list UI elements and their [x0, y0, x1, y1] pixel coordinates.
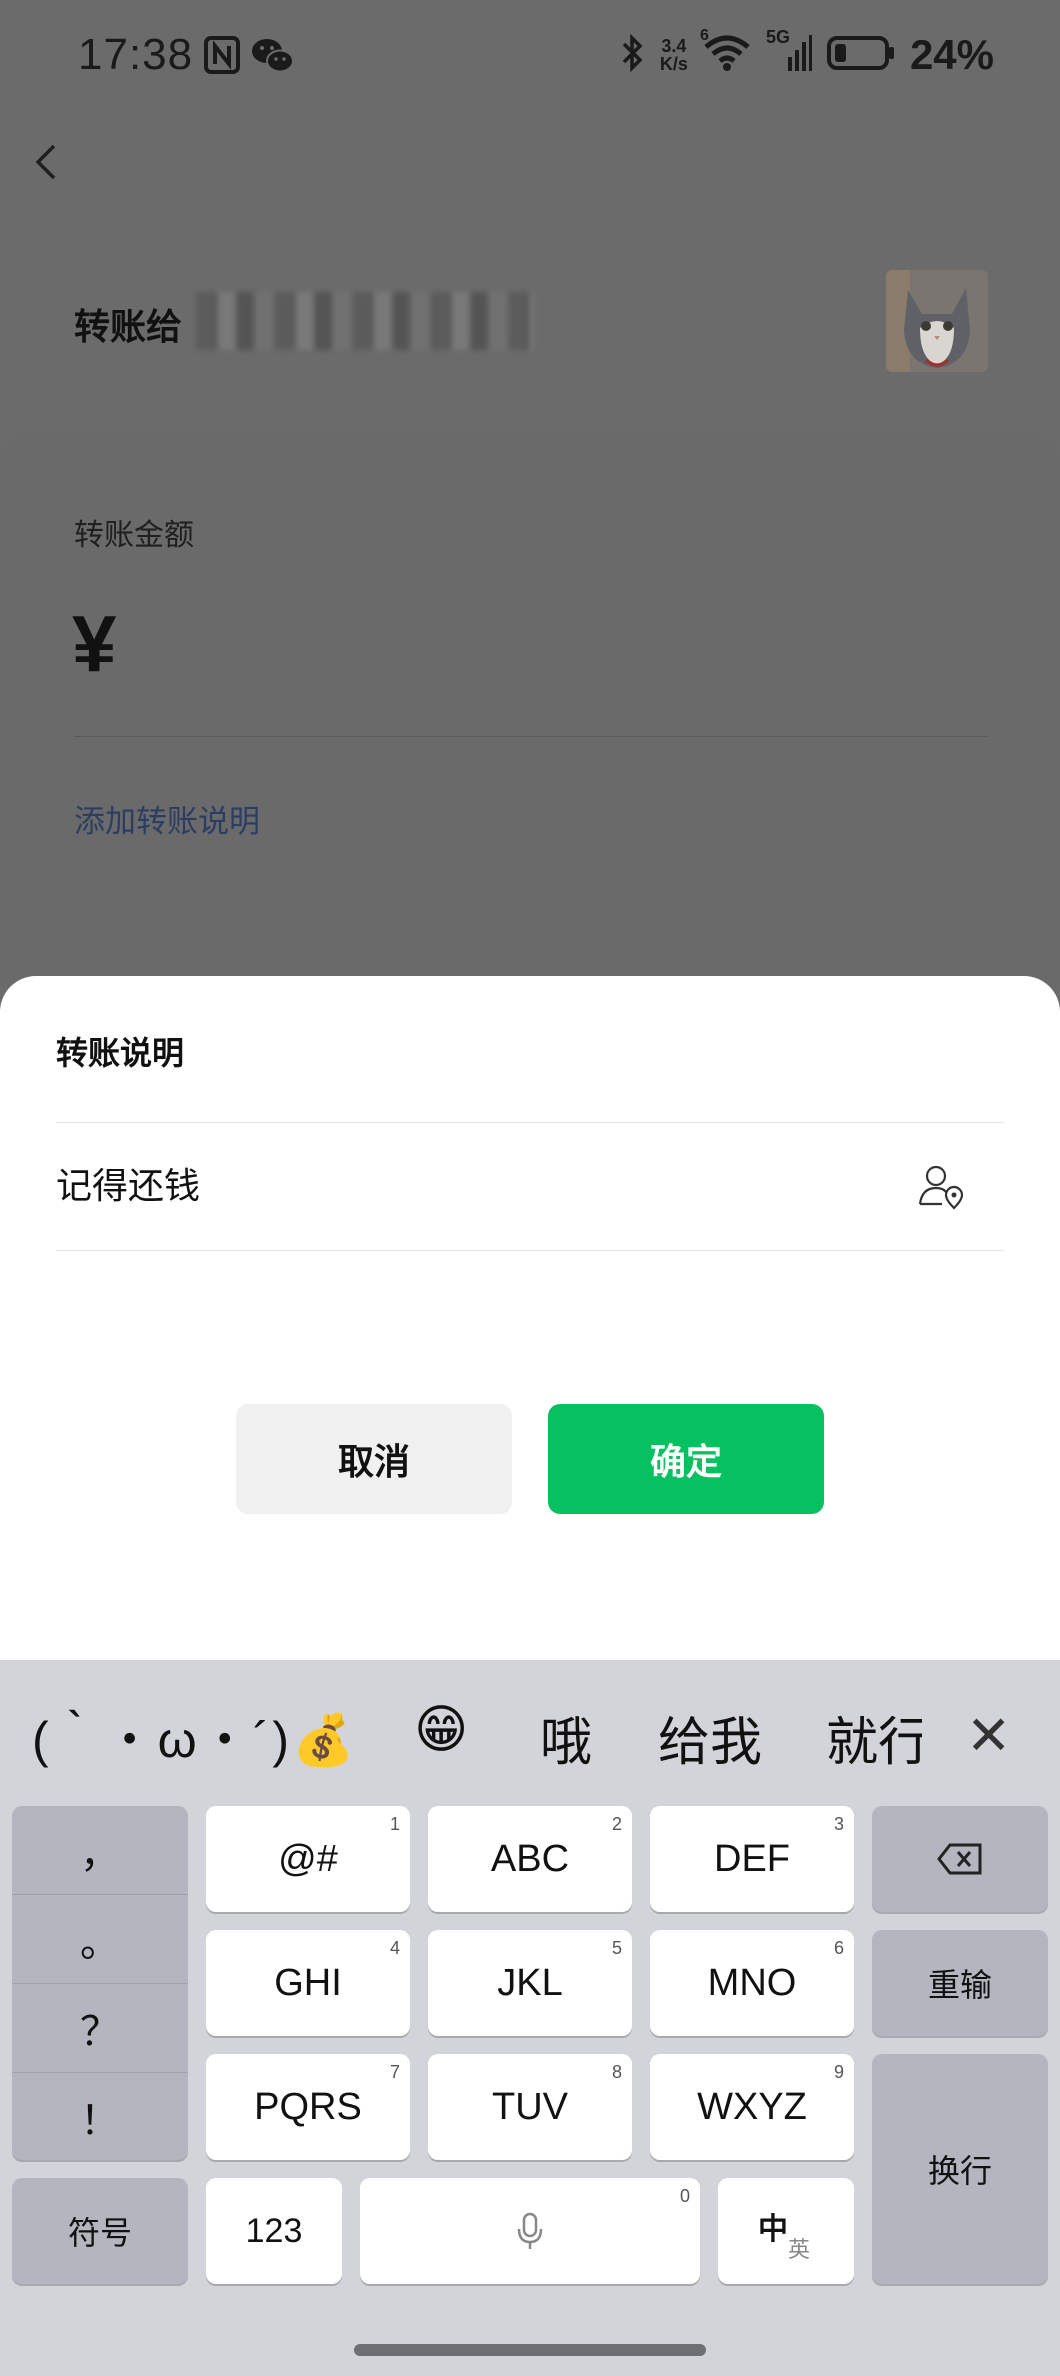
- key-label: TUV: [492, 2085, 568, 2128]
- amount-divider: [74, 736, 988, 737]
- candidate-word[interactable]: 哦: [540, 1700, 592, 1775]
- key-label: MNO: [707, 1961, 797, 2004]
- wechat-notification-icon: [250, 36, 296, 81]
- lang-primary: 中: [758, 2213, 788, 2246]
- home-indicator[interactable]: [354, 2344, 706, 2356]
- key-label: WXYZ: [697, 2085, 807, 2128]
- add-transfer-note-link[interactable]: 添加转账说明: [74, 796, 260, 841]
- key-tuv[interactable]: TUV 8: [428, 2054, 632, 2160]
- bluetooth-icon: [618, 33, 646, 78]
- key-symbols[interactable]: @# 1: [206, 1806, 410, 1912]
- backspace-key[interactable]: [872, 1806, 1048, 1912]
- dialog-title: 转账说明: [56, 1035, 185, 1071]
- key-ghi[interactable]: GHI 4: [206, 1930, 410, 2036]
- back-arrow-icon[interactable]: [28, 132, 68, 192]
- ime-keyboard: (｀・ω・´)💰 😁 哦 给我 就行 ✕ ， 。 ？ ！ @# 1 ABC 2 DE…: [0, 1660, 1060, 2376]
- candidate-word[interactable]: 给我: [658, 1700, 762, 1775]
- key-number: 1: [389, 1814, 400, 1834]
- cancel-button[interactable]: 取消: [236, 1404, 512, 1514]
- backspace-icon: [937, 1843, 982, 1875]
- key-mno[interactable]: MNO 6: [650, 1930, 854, 2036]
- confirm-button[interactable]: 确定: [548, 1404, 824, 1514]
- key-pqrs[interactable]: PQRS 7: [206, 2054, 410, 2160]
- candidate-word[interactable]: 就行: [826, 1700, 922, 1775]
- candidate-bar: (｀・ω・´)💰 😁 哦 给我 就行 ✕: [0, 1660, 1060, 1800]
- transfer-card: 转账金额 ¥ 添加转账说明: [0, 428, 1060, 988]
- wifi-badge: 6: [699, 26, 709, 44]
- key-label: @#: [278, 1837, 338, 1880]
- candidate-emoji[interactable]: 😁: [414, 1700, 468, 1760]
- space-key[interactable]: 0: [360, 2178, 700, 2284]
- key-number: 0: [679, 2186, 690, 2206]
- key-number: 8: [611, 2062, 622, 2082]
- key-label: JKL: [497, 1961, 563, 2004]
- newline-key[interactable]: 换行: [872, 2054, 1048, 2284]
- candidate-kaomoji[interactable]: (｀・ω・´)💰: [32, 1700, 357, 1772]
- punctuation-column: ， 。 ？ ！: [12, 1806, 188, 2160]
- language-switch-key[interactable]: 中 英: [718, 2178, 854, 2284]
- key-label: DEF: [714, 1837, 790, 1880]
- key-label: ABC: [490, 1837, 570, 1880]
- punct-key[interactable]: 。: [12, 1895, 188, 1983]
- status-right-group: 3.4 K/s 6 5G 24%: [618, 27, 994, 80]
- key-number: 7: [389, 2062, 400, 2082]
- transfer-note-dialog: 转账说明 取消 确定: [0, 976, 1060, 1660]
- amount-label: 转账金额: [74, 519, 194, 552]
- close-candidates-icon[interactable]: ✕: [966, 1704, 1011, 1767]
- cellular-signal-icon: 5G: [766, 27, 812, 78]
- transfer-to-title: 转账给: [74, 306, 183, 347]
- key-number: 4: [389, 1938, 400, 1958]
- reenter-key[interactable]: 重输: [872, 1930, 1048, 2036]
- microphone-icon: [517, 2212, 543, 2249]
- battery-percent: 24%: [909, 31, 994, 78]
- key-label: GHI: [274, 1961, 342, 2004]
- punct-key[interactable]: ！: [12, 2073, 188, 2161]
- key-jkl[interactable]: JKL 5: [428, 1930, 632, 2036]
- numeric-key[interactable]: 123: [206, 2178, 342, 2284]
- contact-location-icon[interactable]: [916, 1162, 968, 1214]
- transfer-page: 17:38 3.4 K/s 6 5G 24% 转账给 转账金额 ¥ 添加转账说明: [0, 0, 1060, 988]
- transfer-note-input[interactable]: [56, 1162, 876, 1204]
- lang-secondary: 英: [788, 2237, 811, 2262]
- status-time: 17:38: [78, 30, 194, 79]
- punct-key[interactable]: ？: [12, 1984, 188, 2072]
- symbols-key[interactable]: 符号: [12, 2178, 188, 2284]
- key-number: 2: [611, 1814, 622, 1834]
- recipient-avatar: [886, 270, 988, 372]
- recipient-name-redacted: [196, 292, 534, 350]
- network-speed: 3.4 K/s: [660, 37, 688, 73]
- key-number: 6: [833, 1938, 844, 1958]
- nfc-icon: [204, 36, 240, 79]
- key-abc[interactable]: ABC 2: [428, 1806, 632, 1912]
- key-number: 9: [833, 2062, 844, 2082]
- key-number: 5: [611, 1938, 622, 1958]
- battery-icon: [826, 33, 896, 78]
- network-speed-value: 3.4: [661, 36, 687, 56]
- key-def[interactable]: DEF 3: [650, 1806, 854, 1912]
- wifi-icon: 6: [700, 27, 752, 78]
- key-wxyz[interactable]: WXYZ 9: [650, 2054, 854, 2160]
- currency-symbol: ¥: [72, 599, 117, 688]
- key-label: PQRS: [254, 2085, 362, 2128]
- dialog-divider: [56, 1122, 1004, 1123]
- network-speed-unit: K/s: [659, 54, 688, 74]
- punct-key[interactable]: ，: [12, 1806, 188, 1894]
- key-number: 3: [833, 1814, 844, 1834]
- network-type: 5G: [765, 26, 790, 47]
- input-underline: [56, 1250, 1004, 1251]
- status-bar: 17:38 3.4 K/s 6 5G 24%: [0, 0, 1060, 118]
